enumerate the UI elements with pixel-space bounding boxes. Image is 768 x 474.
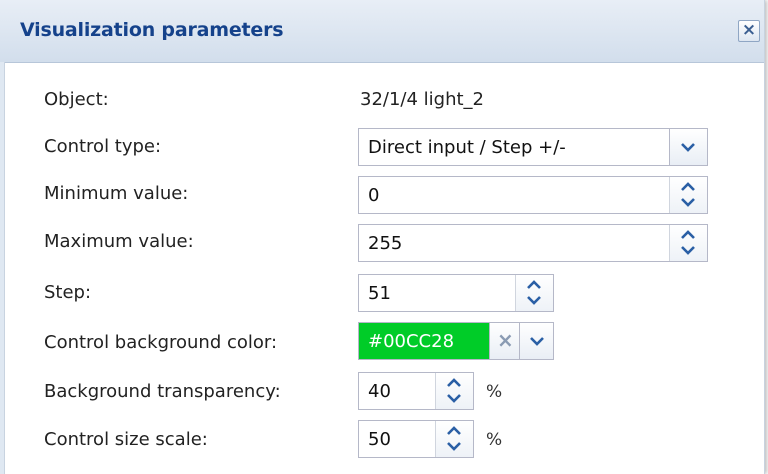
chevron-down-icon (530, 337, 544, 346)
background-transparency-field[interactable]: 40 (358, 372, 474, 410)
chevron-down-icon[interactable] (681, 246, 695, 255)
size-scale-field[interactable]: 50 (358, 420, 474, 458)
chevron-down-icon[interactable] (447, 442, 461, 451)
step-label: Step: (44, 282, 92, 303)
chevron-down-icon (681, 143, 695, 152)
size-scale-input: 50 (368, 429, 391, 450)
chevron-down-icon[interactable] (447, 394, 461, 403)
dialog-title: Visualization parameters (20, 19, 284, 41)
visualization-parameters-dialog: Visualization parameters × Object: 32/1/… (0, 0, 765, 474)
size-scale-spinner[interactable] (435, 421, 473, 457)
control-type-label: Control type: (44, 136, 162, 157)
size-scale-unit: % (486, 430, 503, 450)
chevron-up-icon[interactable] (447, 378, 461, 387)
dialog-left-border (0, 62, 5, 474)
object-value: 32/1/4 light_2 (360, 89, 485, 110)
maximum-value-input: 255 (368, 233, 403, 254)
clear-icon: × (497, 328, 514, 352)
size-scale-label: Control size scale: (44, 429, 208, 450)
background-transparency-spinner[interactable] (435, 373, 473, 409)
control-type-select[interactable]: Direct input / Step +/- (358, 128, 708, 166)
minimum-value-label: Minimum value: (44, 183, 189, 204)
color-value: #00CC28 (368, 331, 455, 352)
object-label: Object: (44, 89, 109, 110)
step-field[interactable]: 51 (358, 274, 554, 312)
minimum-value-input: 0 (368, 185, 380, 206)
transparency-unit: % (486, 382, 503, 402)
control-type-dropdown-trigger[interactable] (669, 129, 707, 165)
maximum-value-spinner[interactable] (669, 225, 707, 261)
step-input: 51 (368, 283, 391, 304)
chevron-down-icon[interactable] (527, 296, 541, 305)
chevron-up-icon[interactable] (447, 426, 461, 435)
chevron-down-icon[interactable] (681, 198, 695, 207)
chevron-up-icon[interactable] (681, 230, 695, 239)
color-dropdown-trigger[interactable] (519, 323, 553, 359)
dialog-titlebar[interactable]: Visualization parameters × (0, 0, 764, 63)
background-transparency-input: 40 (368, 381, 391, 402)
maximum-value-label: Maximum value: (44, 231, 194, 252)
close-icon[interactable]: × (738, 20, 760, 42)
minimum-value-field[interactable]: 0 (358, 176, 708, 214)
chevron-up-icon[interactable] (527, 280, 541, 289)
maximum-value-field[interactable]: 255 (358, 224, 708, 262)
minimum-value-spinner[interactable] (669, 177, 707, 213)
background-color-label: Control background color: (44, 332, 278, 353)
chevron-up-icon[interactable] (681, 182, 695, 191)
background-color-picker[interactable]: #00CC28 × (358, 322, 554, 360)
background-transparency-label: Background transparency: (44, 381, 281, 402)
color-swatch[interactable]: #00CC28 (359, 323, 489, 359)
step-spinner[interactable] (515, 275, 553, 311)
clear-color-button[interactable]: × (489, 323, 519, 359)
control-type-value: Direct input / Step +/- (368, 137, 566, 158)
